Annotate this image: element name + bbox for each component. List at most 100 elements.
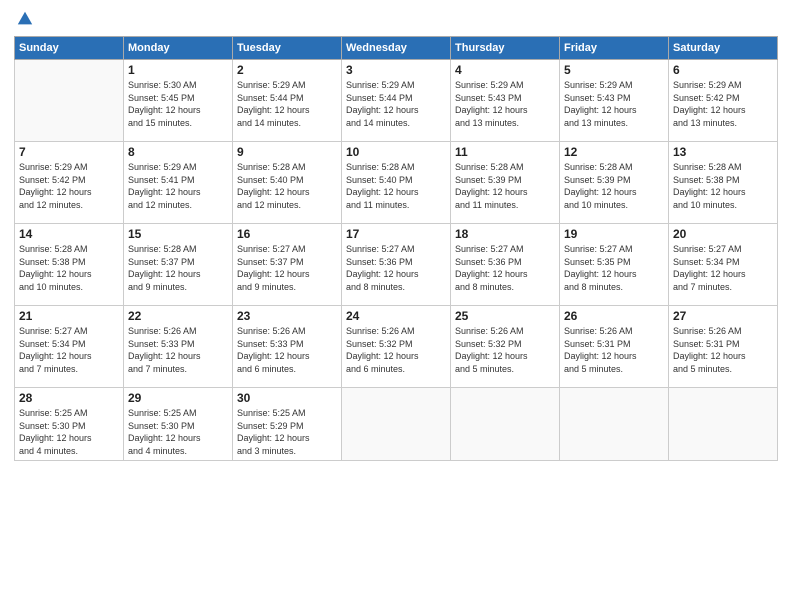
day-number: 30 bbox=[237, 391, 337, 405]
day-number: 26 bbox=[564, 309, 664, 323]
day-number: 7 bbox=[19, 145, 119, 159]
day-number: 1 bbox=[128, 63, 228, 77]
calendar-cell: 30 Sunrise: 5:25 AM Sunset: 5:29 PM Dayli… bbox=[233, 388, 342, 461]
calendar-cell: 5 Sunrise: 5:29 AM Sunset: 5:43 PM Daylig… bbox=[560, 60, 669, 142]
weekday-header-sunday: Sunday bbox=[15, 37, 124, 60]
day-info: Sunrise: 5:30 AM Sunset: 5:45 PM Dayligh… bbox=[128, 79, 228, 129]
day-number: 14 bbox=[19, 227, 119, 241]
day-info: Sunrise: 5:26 AM Sunset: 5:31 PM Dayligh… bbox=[564, 325, 664, 375]
calendar-cell bbox=[342, 388, 451, 461]
calendar-cell: 20 Sunrise: 5:27 AM Sunset: 5:34 PM Dayli… bbox=[669, 224, 778, 306]
day-info: Sunrise: 5:27 AM Sunset: 5:34 PM Dayligh… bbox=[19, 325, 119, 375]
day-number: 20 bbox=[673, 227, 773, 241]
day-info: Sunrise: 5:27 AM Sunset: 5:34 PM Dayligh… bbox=[673, 243, 773, 293]
day-number: 19 bbox=[564, 227, 664, 241]
weekday-header-wednesday: Wednesday bbox=[342, 37, 451, 60]
calendar-cell: 15 Sunrise: 5:28 AM Sunset: 5:37 PM Dayli… bbox=[124, 224, 233, 306]
day-number: 6 bbox=[673, 63, 773, 77]
calendar-cell: 19 Sunrise: 5:27 AM Sunset: 5:35 PM Dayli… bbox=[560, 224, 669, 306]
weekday-header-saturday: Saturday bbox=[669, 37, 778, 60]
calendar-cell: 21 Sunrise: 5:27 AM Sunset: 5:34 PM Dayli… bbox=[15, 306, 124, 388]
calendar-cell: 2 Sunrise: 5:29 AM Sunset: 5:44 PM Daylig… bbox=[233, 60, 342, 142]
logo bbox=[14, 10, 34, 28]
calendar-cell: 28 Sunrise: 5:25 AM Sunset: 5:30 PM Dayli… bbox=[15, 388, 124, 461]
day-info: Sunrise: 5:26 AM Sunset: 5:31 PM Dayligh… bbox=[673, 325, 773, 375]
calendar-cell: 27 Sunrise: 5:26 AM Sunset: 5:31 PM Dayli… bbox=[669, 306, 778, 388]
day-info: Sunrise: 5:27 AM Sunset: 5:35 PM Dayligh… bbox=[564, 243, 664, 293]
day-info: Sunrise: 5:25 AM Sunset: 5:29 PM Dayligh… bbox=[237, 407, 337, 457]
day-info: Sunrise: 5:29 AM Sunset: 5:44 PM Dayligh… bbox=[237, 79, 337, 129]
day-info: Sunrise: 5:28 AM Sunset: 5:38 PM Dayligh… bbox=[673, 161, 773, 211]
day-info: Sunrise: 5:26 AM Sunset: 5:33 PM Dayligh… bbox=[237, 325, 337, 375]
day-number: 24 bbox=[346, 309, 446, 323]
calendar-cell: 22 Sunrise: 5:26 AM Sunset: 5:33 PM Dayli… bbox=[124, 306, 233, 388]
calendar-cell: 9 Sunrise: 5:28 AM Sunset: 5:40 PM Daylig… bbox=[233, 142, 342, 224]
calendar-cell bbox=[451, 388, 560, 461]
day-number: 22 bbox=[128, 309, 228, 323]
day-info: Sunrise: 5:29 AM Sunset: 5:43 PM Dayligh… bbox=[564, 79, 664, 129]
day-number: 28 bbox=[19, 391, 119, 405]
calendar-cell: 8 Sunrise: 5:29 AM Sunset: 5:41 PM Daylig… bbox=[124, 142, 233, 224]
calendar-cell: 13 Sunrise: 5:28 AM Sunset: 5:38 PM Dayli… bbox=[669, 142, 778, 224]
day-info: Sunrise: 5:28 AM Sunset: 5:40 PM Dayligh… bbox=[237, 161, 337, 211]
day-info: Sunrise: 5:27 AM Sunset: 5:37 PM Dayligh… bbox=[237, 243, 337, 293]
day-number: 21 bbox=[19, 309, 119, 323]
calendar-cell: 24 Sunrise: 5:26 AM Sunset: 5:32 PM Dayli… bbox=[342, 306, 451, 388]
calendar-cell: 3 Sunrise: 5:29 AM Sunset: 5:44 PM Daylig… bbox=[342, 60, 451, 142]
weekday-header-thursday: Thursday bbox=[451, 37, 560, 60]
calendar-cell: 23 Sunrise: 5:26 AM Sunset: 5:33 PM Dayli… bbox=[233, 306, 342, 388]
calendar-cell: 29Sunrise: 5:25 AM Sunset: 5:30 PM Dayli… bbox=[124, 388, 233, 461]
day-number: 12 bbox=[564, 145, 664, 159]
calendar-cell: 18 Sunrise: 5:27 AM Sunset: 5:36 PM Dayli… bbox=[451, 224, 560, 306]
calendar-cell: 4 Sunrise: 5:29 AM Sunset: 5:43 PM Daylig… bbox=[451, 60, 560, 142]
calendar-cell: 6 Sunrise: 5:29 AM Sunset: 5:42 PM Daylig… bbox=[669, 60, 778, 142]
day-number: 25 bbox=[455, 309, 555, 323]
day-number: 13 bbox=[673, 145, 773, 159]
calendar-cell bbox=[669, 388, 778, 461]
day-info: Sunrise: 5:28 AM Sunset: 5:39 PM Dayligh… bbox=[455, 161, 555, 211]
calendar-cell bbox=[560, 388, 669, 461]
day-info: Sunrise: 5:29 AM Sunset: 5:44 PM Dayligh… bbox=[346, 79, 446, 129]
day-info: Sunrise: 5:26 AM Sunset: 5:32 PM Dayligh… bbox=[346, 325, 446, 375]
day-info: Sunrise: 5:29 AM Sunset: 5:43 PM Dayligh… bbox=[455, 79, 555, 129]
calendar-cell: 17 Sunrise: 5:27 AM Sunset: 5:36 PM Dayli… bbox=[342, 224, 451, 306]
day-info: Sunrise: 5:26 AM Sunset: 5:33 PM Dayligh… bbox=[128, 325, 228, 375]
day-number: 16 bbox=[237, 227, 337, 241]
day-info: Sunrise: 5:28 AM Sunset: 5:37 PM Dayligh… bbox=[128, 243, 228, 293]
day-info: Sunrise: 5:27 AM Sunset: 5:36 PM Dayligh… bbox=[346, 243, 446, 293]
weekday-header-tuesday: Tuesday bbox=[233, 37, 342, 60]
calendar-cell: 7 Sunrise: 5:29 AM Sunset: 5:42 PM Daylig… bbox=[15, 142, 124, 224]
day-info: Sunrise: 5:28 AM Sunset: 5:39 PM Dayligh… bbox=[564, 161, 664, 211]
day-number: 11 bbox=[455, 145, 555, 159]
day-number: 9 bbox=[237, 145, 337, 159]
day-info: Sunrise: 5:25 AM Sunset: 5:30 PM Dayligh… bbox=[128, 407, 228, 457]
day-number: 18 bbox=[455, 227, 555, 241]
day-info: Sunrise: 5:29 AM Sunset: 5:42 PM Dayligh… bbox=[673, 79, 773, 129]
calendar-cell: 1 Sunrise: 5:30 AM Sunset: 5:45 PM Daylig… bbox=[124, 60, 233, 142]
day-number: 2 bbox=[237, 63, 337, 77]
weekday-header-friday: Friday bbox=[560, 37, 669, 60]
calendar-cell: 12 Sunrise: 5:28 AM Sunset: 5:39 PM Dayli… bbox=[560, 142, 669, 224]
day-number: 15 bbox=[128, 227, 228, 241]
calendar-cell: 25 Sunrise: 5:26 AM Sunset: 5:32 PM Dayli… bbox=[451, 306, 560, 388]
calendar-cell bbox=[15, 60, 124, 142]
day-info: Sunrise: 5:25 AM Sunset: 5:30 PM Dayligh… bbox=[19, 407, 119, 457]
day-number: 27 bbox=[673, 309, 773, 323]
calendar-cell: 10Sunrise: 5:28 AM Sunset: 5:40 PM Dayli… bbox=[342, 142, 451, 224]
calendar-cell: 11 Sunrise: 5:28 AM Sunset: 5:39 PM Dayli… bbox=[451, 142, 560, 224]
calendar-cell: 16 Sunrise: 5:27 AM Sunset: 5:37 PM Dayli… bbox=[233, 224, 342, 306]
day-number: 5 bbox=[564, 63, 664, 77]
day-number: 3 bbox=[346, 63, 446, 77]
day-number: 4 bbox=[455, 63, 555, 77]
day-number: 17 bbox=[346, 227, 446, 241]
day-number: 8 bbox=[128, 145, 228, 159]
day-info: Sunrise: 5:26 AM Sunset: 5:32 PM Dayligh… bbox=[455, 325, 555, 375]
day-number: 10 bbox=[346, 145, 446, 159]
day-info: Sunrise: 5:29 AM Sunset: 5:42 PM Dayligh… bbox=[19, 161, 119, 211]
day-info: Sunrise: 5:29 AM Sunset: 5:41 PM Dayligh… bbox=[128, 161, 228, 211]
calendar-table: SundayMondayTuesdayWednesdayThursdayFrid… bbox=[14, 36, 778, 461]
day-number: 23 bbox=[237, 309, 337, 323]
calendar-cell: 26 Sunrise: 5:26 AM Sunset: 5:31 PM Dayli… bbox=[560, 306, 669, 388]
weekday-header-monday: Monday bbox=[124, 37, 233, 60]
day-info: Sunrise: 5:27 AM Sunset: 5:36 PM Dayligh… bbox=[455, 243, 555, 293]
